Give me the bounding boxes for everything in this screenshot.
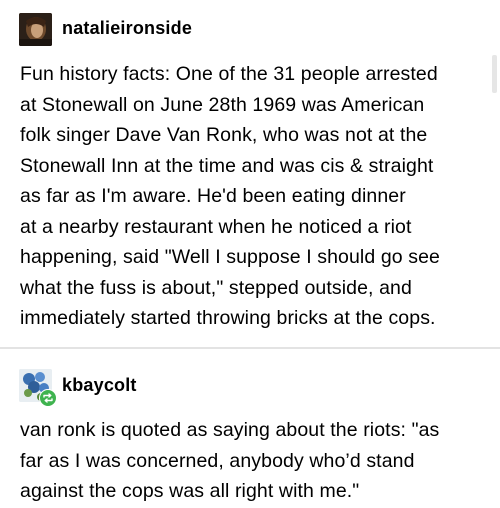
post-text-line: at Stonewall on June 28th 1969 was Ameri…	[20, 93, 425, 116]
post-text-line: against the cops was all right with me."	[20, 480, 360, 502]
post-divider	[0, 347, 500, 349]
post-username[interactable]: natalieironside	[62, 16, 192, 40]
original-post: natalieironside Fun history facts: One o…	[0, 0, 500, 347]
avatar[interactable]	[19, 13, 52, 46]
post-username[interactable]: kbaycolt	[62, 373, 137, 397]
post-text-line: Fun history facts: One of the 31 people …	[20, 63, 438, 85]
post-text-line: at a nearby restaurant when he noticed a…	[20, 215, 412, 238]
scrollbar[interactable]	[492, 55, 497, 93]
post-text-line: as far as I'm aware. He'd been eating di…	[20, 185, 406, 207]
post-text-line: folk singer Dave Van Ronk, who was not a…	[20, 124, 428, 146]
post-body: Fun history facts: One of the 31 people …	[20, 59, 490, 334]
post-body: van ronk is quoted as saying about the r…	[20, 415, 490, 507]
post-text-line: happening, said "Well I suppose I should…	[20, 246, 440, 268]
reblog-icon	[43, 393, 53, 403]
profile-photo-avatar-icon	[19, 13, 52, 46]
post-text-line: what the fuss is about," stepped outside…	[20, 276, 412, 299]
post-text-line: van ronk is quoted as saying about the r…	[20, 419, 440, 441]
post-text-line: immediately started throwing bricks at t…	[20, 307, 436, 329]
post-thread: natalieironside Fun history facts: One o…	[0, 0, 500, 508]
reblog-badge	[39, 389, 57, 407]
post-text-line: far as I was concerned, anybody who’d st…	[20, 449, 415, 472]
post-text-line: Stonewall Inn at the time and was cis & …	[20, 154, 434, 177]
